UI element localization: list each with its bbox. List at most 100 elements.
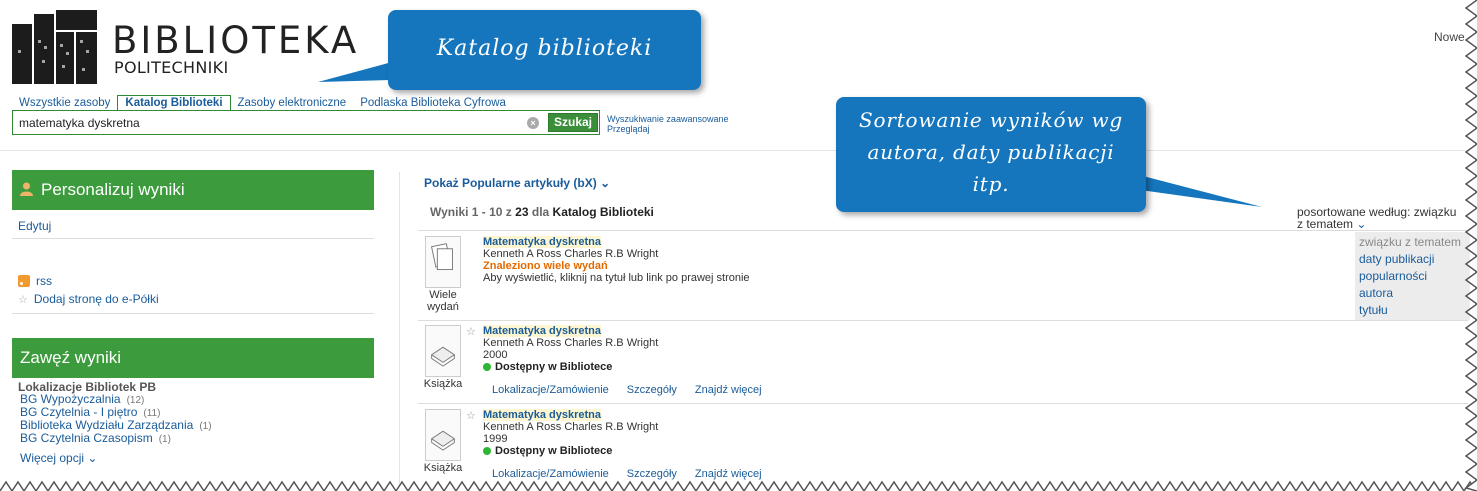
personalize-header: Personalizuj wyniki [12,170,374,210]
search-button[interactable]: Szukaj [548,113,598,132]
available-dot-icon [483,447,491,455]
star-icon[interactable]: ☆ [466,325,476,338]
star-icon: ☆ [18,293,28,306]
tab-library-catalog[interactable]: Katalog Biblioteki [117,95,231,111]
torn-edge-bottom [0,480,1477,491]
add-to-eshelf-link[interactable]: Dodaj stronę do e-Półki [34,292,159,306]
sort-control[interactable]: posortowane według: związku z tematem ⌄ [1297,206,1457,230]
result-year: 2000 [483,349,508,361]
star-icon[interactable]: ☆ [466,409,476,422]
callout-sorting: Sortowanie wyników wg autora, daty publi… [836,97,1146,212]
location-link[interactable]: Biblioteka Wydziału Zarządzania [20,418,193,432]
chevron-down-icon: ⌄ [1356,217,1367,231]
divider [12,313,374,314]
result-title[interactable]: Matematyka dyskretna [483,409,602,421]
callout-line: itp. [972,172,1010,196]
location-link[interactable]: BG Wypożyczalnia [20,392,121,406]
count-scope: Katalog Biblioteki [552,205,654,219]
sort-option-relevance[interactable]: związku z tematem [1359,234,1470,251]
browse-link[interactable]: Przeglądaj [607,124,650,134]
refine-title: Zawęź wyniki [20,348,122,367]
rss-link[interactable]: rss [36,274,52,288]
logo-title: BIBLIOTEKA [112,19,360,62]
availability-text: Dostępny w Bibliotece [495,445,613,457]
edit-link[interactable]: Edytuj [18,219,51,233]
count-prefix: Wyniki 1 - 10 z [430,205,512,219]
result-divider [418,320,1468,321]
header-divider [0,150,1465,151]
details-link[interactable]: Szczegóły [627,468,677,480]
find-more-link[interactable]: Znajdź więcej [695,384,762,396]
count-total: 23 [515,205,529,219]
result-authors: Kenneth A Ross Charles R.B Wright [483,421,659,433]
chevron-down-icon: ⌄ [600,176,611,190]
divider [12,238,374,239]
availability-text: Dostępny w Bibliotece [495,361,613,373]
result-authors: Kenneth A Ross Charles R.B Wright [483,248,659,260]
result-note: Aby wyświetlić, kliknij na tytuł lub lin… [483,272,750,284]
popular-label: Pokaż Popularne artykuły (bX) [424,176,597,190]
tab-electronic-resources[interactable]: Zasoby elektroniczne [231,96,354,111]
personalize-title: Personalizuj wyniki [41,180,185,199]
sort-dropdown: związku z tematem daty publikacji popula… [1355,232,1470,320]
location-count: (1) [158,434,171,445]
location-link[interactable]: BG Czytelnia - I piętro [20,405,137,419]
callout-line: autora, daty publikacji [867,140,1115,164]
callout-line: Sortowanie wyników wg [859,108,1123,132]
availability-status: Dostępny w Bibliotece [483,361,612,373]
format-label: Książka [423,462,463,474]
search-input[interactable] [13,111,525,134]
add-shelf-row: ☆ Dodaj stronę do e-Półki [18,292,159,306]
count-for: dla [531,205,550,219]
clear-icon[interactable]: × [527,117,539,129]
locations-order-link[interactable]: Lokalizacje/Zamówienie [492,468,609,480]
sort-option-popularity[interactable]: popularności [1359,268,1470,285]
multiple-editions-link[interactable]: Znaleziono wiele wydań [483,260,608,272]
available-dot-icon [483,363,491,371]
sort-option-date[interactable]: daty publikacji [1359,251,1470,268]
results-count: Wyniki 1 - 10 z 23 dla Katalog Bibliotek… [430,205,654,219]
search-bar: × Szukaj [12,110,600,135]
book-icon[interactable] [425,325,461,377]
popular-articles-link[interactable]: Pokaż Popularne artykuły (bX) ⌄ [424,176,610,190]
details-link[interactable]: Szczegóły [627,384,677,396]
result-actions: Lokalizacje/Zamówienie Szczegóły Znajdź … [492,384,762,396]
user-icon [20,182,33,196]
result-divider [418,230,1468,231]
result-authors: Kenneth A Ross Charles R.B Wright [483,337,659,349]
library-logo [12,10,97,84]
tab-all-resources[interactable]: Wszystkie zasoby [12,96,117,111]
location-facet: BG Czytelnia - I piętro (11) [20,405,160,419]
more-options-link[interactable]: Więcej opcji ⌄ [20,451,97,465]
result-year: 1999 [483,433,508,445]
rss-row: rss [18,274,52,288]
refine-header: Zawęź wyniki [12,338,374,378]
format-label: Wiele wydań [427,289,459,313]
location-link[interactable]: BG Czytelnia Czasopism [20,431,153,445]
callout-catalog: Katalog biblioteki [388,10,701,90]
sort-option-title[interactable]: tytułu [1359,302,1470,319]
format-label: Książka [423,378,463,390]
availability-status: Dostępny w Bibliotece [483,445,612,457]
multiple-editions-icon[interactable] [425,236,461,288]
column-divider [399,172,400,491]
result-divider [418,403,1468,404]
rss-icon [18,275,30,287]
result-title[interactable]: Matematyka dyskretna [483,236,602,248]
chevron-down-icon: ⌄ [87,451,98,465]
sort-option-author[interactable]: autora [1359,285,1470,302]
advanced-search-link[interactable]: Wyszukiwanie zaawansowane [607,114,728,124]
tab-digital-library[interactable]: Podlaska Biblioteka Cyfrowa [353,96,513,111]
location-facet: Biblioteka Wydziału Zarządzania (1) [20,418,212,432]
logo-subtitle: POLITECHNIKI BIAŁOSTOCKIEJ [114,60,229,75]
result-actions: Lokalizacje/Zamówienie Szczegóły Znajdź … [492,468,762,480]
find-more-link[interactable]: Znajdź więcej [695,468,762,480]
location-facet: BG Wypożyczalnia (12) [20,392,144,406]
result-title[interactable]: Matematyka dyskretna [483,325,602,337]
book-icon[interactable] [425,409,461,461]
search-scope-tabs: Wszystkie zasoby Katalog Biblioteki Zaso… [12,95,513,111]
location-count: (1) [199,421,212,432]
location-facet: BG Czytelnia Czasopism (1) [20,431,171,445]
new-items-link[interactable]: Nowe [1434,30,1465,44]
locations-order-link[interactable]: Lokalizacje/Zamówienie [492,384,609,396]
